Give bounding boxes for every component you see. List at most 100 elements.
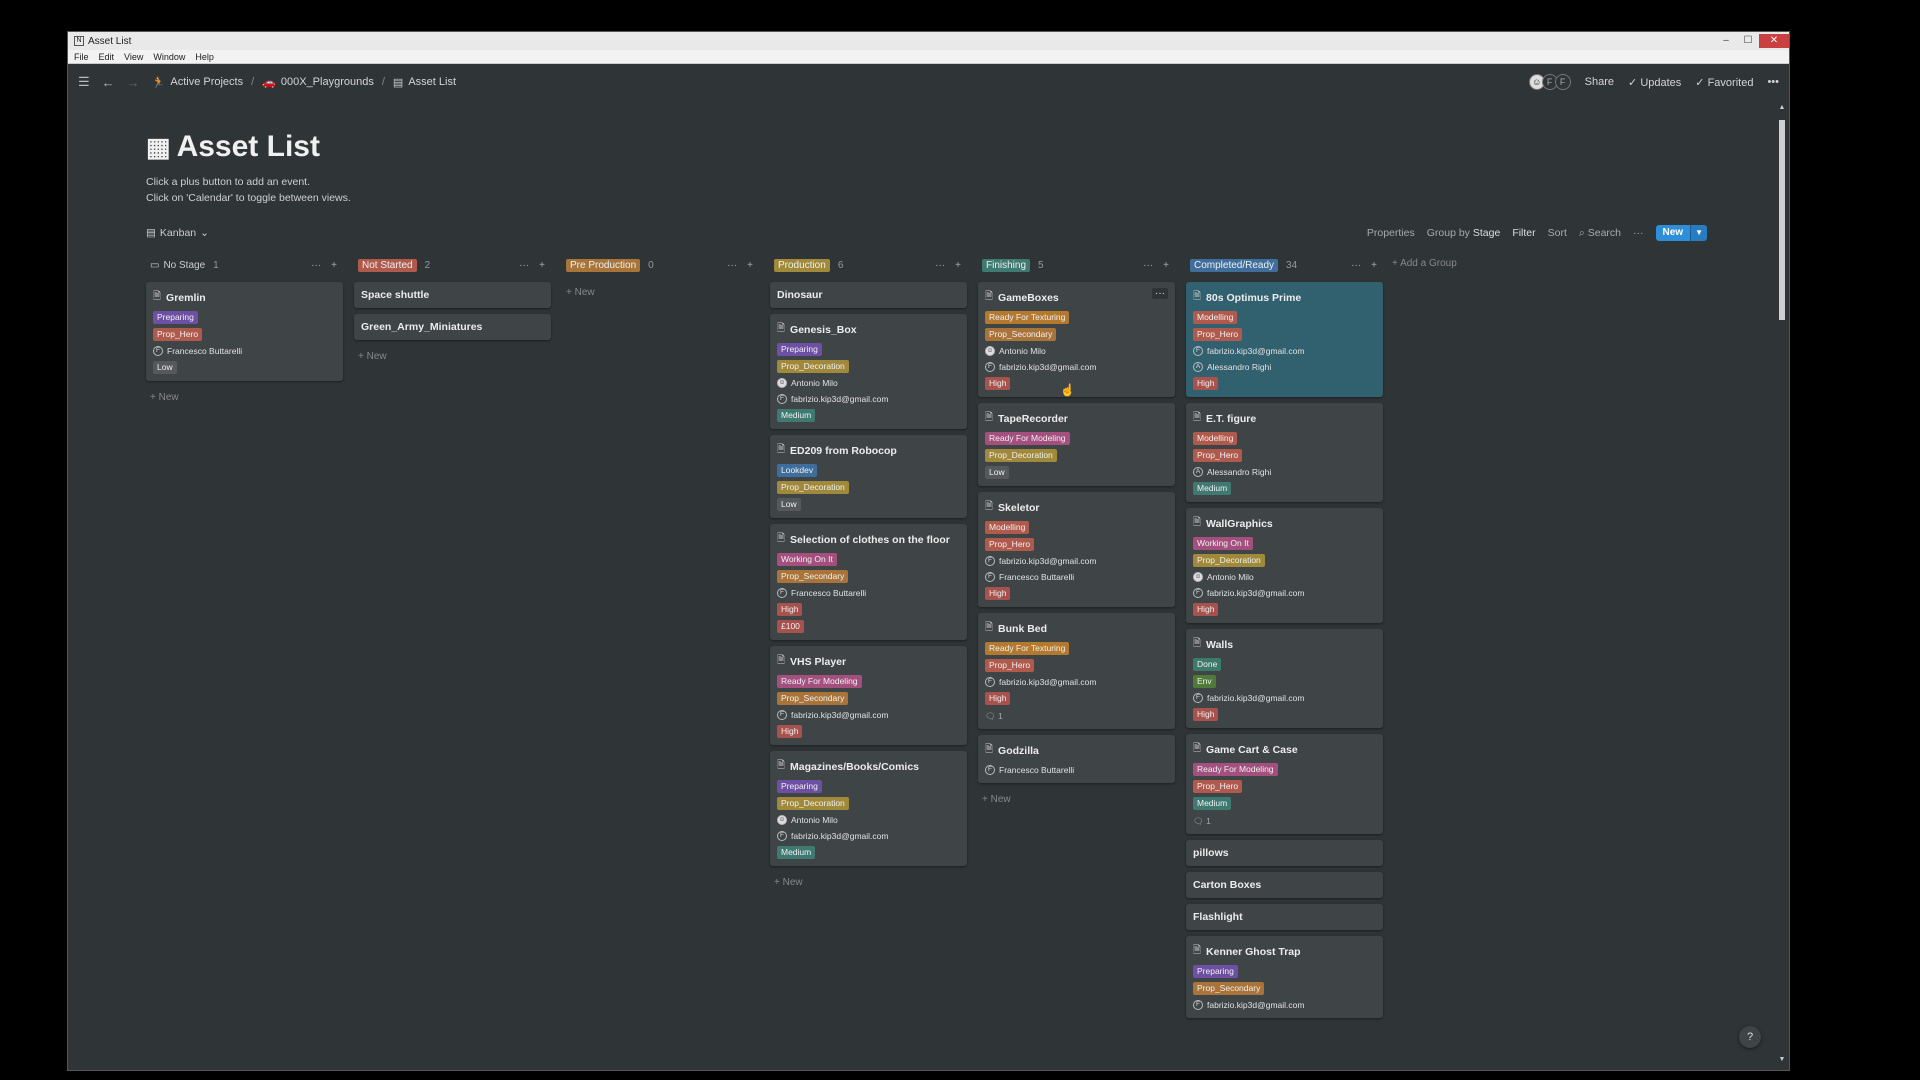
menu-window[interactable]: Window bbox=[153, 52, 185, 62]
page-title-text[interactable]: Asset List bbox=[177, 130, 320, 164]
filter-button[interactable]: Filter bbox=[1512, 227, 1535, 239]
sidebar-toggle-icon[interactable]: ☰ bbox=[78, 74, 90, 90]
scroll-up-icon[interactable]: ▲ bbox=[1777, 104, 1787, 114]
breadcrumb-active-projects[interactable]: 🏃 Active Projects bbox=[152, 76, 243, 89]
chevron-down-icon[interactable]: ▼ bbox=[1690, 225, 1707, 241]
more-options-button[interactable]: ••• bbox=[1767, 76, 1779, 88]
plus-icon: + bbox=[150, 392, 159, 403]
view-more-button[interactable]: ··· bbox=[1633, 227, 1644, 239]
person-field: F Francesco Buttarelli bbox=[777, 587, 866, 599]
card-title-text: Flashlight bbox=[1193, 911, 1243, 923]
kanban-card-80s-optimus-prime[interactable]: 🗎 80s Optimus Prime Modelling Prop_Hero Ffab… bbox=[1186, 282, 1383, 397]
card-title-text: Godzilla bbox=[998, 744, 1039, 757]
column-add-icon[interactable]: + bbox=[331, 260, 337, 271]
updates-button[interactable]: ✓ Updates bbox=[1628, 76, 1681, 89]
back-arrow-icon[interactable]: ← bbox=[102, 75, 115, 90]
kanban-card-flashlight[interactable]: Flashlight bbox=[1186, 904, 1383, 930]
scroll-down-icon[interactable]: ▼ bbox=[1777, 1056, 1787, 1066]
add-new-label: New bbox=[990, 794, 1011, 805]
column-add-icon[interactable]: + bbox=[955, 260, 961, 271]
menu-file[interactable]: File bbox=[74, 52, 89, 62]
column-more-icon[interactable]: ··· bbox=[311, 260, 321, 271]
kanban-card-green-army-miniatures[interactable]: Green_Army_Miniatures bbox=[354, 314, 551, 340]
column-more-icon[interactable]: ··· bbox=[935, 260, 945, 271]
avatar-initial-icon: F bbox=[153, 346, 163, 356]
column-more-icon[interactable]: ··· bbox=[1143, 260, 1153, 271]
card-properties: Ready For Texturing Prop_Hero Ffabrizio.ki… bbox=[985, 642, 1168, 722]
kanban-card-bunk-bed[interactable]: 🗎 Bunk Bed Ready For Texturing Prop_Hero Ffa… bbox=[978, 613, 1175, 729]
minimize-button[interactable]: – bbox=[1715, 34, 1737, 48]
document-icon: 🗎 bbox=[1193, 291, 1202, 302]
sort-button[interactable]: Sort bbox=[1548, 227, 1567, 239]
card-more-button[interactable]: ··· bbox=[1152, 288, 1168, 299]
vertical-scrollbar[interactable]: ▲ ▼ bbox=[1777, 104, 1787, 1066]
new-button[interactable]: New bbox=[1655, 225, 1691, 241]
card-title: 🗎 Game Cart & Case bbox=[1193, 741, 1376, 758]
forward-arrow-icon[interactable]: → bbox=[127, 75, 140, 90]
help-button[interactable]: ? bbox=[1739, 1026, 1761, 1048]
add-group-button[interactable]: + Add a Group bbox=[1392, 257, 1457, 1024]
kanban-card-gremlin[interactable]: 🗎 Gremlin Preparing Prop_Hero F Francesco But… bbox=[146, 282, 343, 381]
close-button[interactable]: ✕ bbox=[1759, 34, 1789, 48]
search-button[interactable]: ⌕ Search bbox=[1579, 227, 1621, 240]
menu-help[interactable]: Help bbox=[195, 52, 214, 62]
maximize-button[interactable]: ☐ bbox=[1737, 34, 1759, 48]
kanban-card-selection-of-clothes-on-the-floor[interactable]: 🗎 Selection of clothes on the floor Workin… bbox=[770, 524, 967, 640]
plus-icon: + bbox=[358, 351, 367, 362]
kanban-card-gameboxes[interactable]: 🗎 GameBoxes ··· Ready For Texturing Prop_Sec… bbox=[978, 282, 1175, 397]
scroll-thumb[interactable] bbox=[1779, 120, 1785, 320]
column-more-icon[interactable]: ··· bbox=[519, 260, 529, 271]
add-new-label: New bbox=[366, 351, 387, 362]
tag-ready-for-modeling: Ready For Modeling bbox=[777, 675, 862, 688]
kanban-card-genesis-box[interactable]: 🗎 Genesis_Box Preparing Prop_Decoration ☺ Ant… bbox=[770, 314, 967, 429]
share-button[interactable]: Share bbox=[1585, 76, 1614, 88]
add-new-card-button[interactable]: + New bbox=[770, 872, 967, 893]
kanban-card-vhs-player[interactable]: 🗎 VHS Player Ready For Modeling Prop_Second… bbox=[770, 646, 967, 745]
kanban-card-skeletor[interactable]: 🗎 Skeletor Modelling Prop_Hero Ffabrizio.kip… bbox=[978, 492, 1175, 607]
favorited-button[interactable]: ✓ Favorited bbox=[1695, 76, 1753, 89]
person-name: Antonio Milo bbox=[791, 815, 838, 825]
add-new-card-button[interactable]: + New bbox=[978, 789, 1175, 810]
kanban-card-taperecorder[interactable]: 🗎 TapeRecorder Ready For Modeling Prop_Deco… bbox=[978, 403, 1175, 486]
kanban-card-wallgraphics[interactable]: 🗎 WallGraphics Working On It Prop_Decoratio… bbox=[1186, 508, 1383, 623]
favorited-label: Favorited bbox=[1707, 76, 1754, 89]
column-add-icon[interactable]: + bbox=[539, 260, 545, 271]
kanban-card-pillows[interactable]: pillows bbox=[1186, 840, 1383, 866]
column-title[interactable]: Pre Production bbox=[566, 258, 641, 272]
kanban-card-carton-boxes[interactable]: Carton Boxes bbox=[1186, 872, 1383, 898]
properties-button[interactable]: Properties bbox=[1367, 227, 1415, 239]
column-title[interactable]: No Stage bbox=[163, 260, 205, 271]
add-new-card-button[interactable]: + New bbox=[562, 282, 759, 303]
column-title[interactable]: Completed/Ready bbox=[1190, 258, 1279, 272]
column-title[interactable]: Not Started bbox=[358, 258, 417, 272]
column-more-icon[interactable]: ··· bbox=[1351, 260, 1361, 271]
card-title-text: Skeletor bbox=[998, 501, 1040, 514]
column-count: 1 bbox=[213, 259, 219, 271]
breadcrumb-asset-list[interactable]: ▤ Asset List bbox=[393, 76, 456, 89]
kanban-card-e-t-figure[interactable]: 🗎 E.T. figure Modelling Prop_Hero A Alessandr… bbox=[1186, 403, 1383, 502]
column-add-icon[interactable]: + bbox=[1371, 260, 1377, 271]
kanban-card-game-cart-case[interactable]: 🗎 Game Cart & Case Ready For Modeling Prop_… bbox=[1186, 734, 1383, 834]
column-more-icon[interactable]: ··· bbox=[727, 260, 737, 271]
menu-view[interactable]: View bbox=[124, 52, 143, 62]
kanban-card-dinosaur[interactable]: Dinosaur bbox=[770, 282, 967, 308]
column-add-icon[interactable]: + bbox=[1163, 260, 1169, 271]
menu-edit[interactable]: Edit bbox=[99, 52, 115, 62]
kanban-card-walls[interactable]: 🗎 Walls Done Env Ffabrizio.kip3d@gmail.com Hi… bbox=[1186, 629, 1383, 728]
kanban-card-ed209-from-robocop[interactable]: 🗎 ED209 from Robocop Lookdev Prop_Decoratio… bbox=[770, 435, 967, 518]
group-by-button[interactable]: Group by Stage bbox=[1427, 227, 1501, 239]
kanban-card-kenner-ghost-trap[interactable]: 🗎 Kenner Ghost Trap Preparing Prop_Secondar… bbox=[1186, 936, 1383, 1018]
column-title[interactable]: Finishing bbox=[982, 258, 1031, 272]
kanban-card-godzilla[interactable]: 🗎 Godzilla F Francesco Buttarelli bbox=[978, 735, 1175, 783]
card-title: Dinosaur bbox=[777, 289, 960, 301]
breadcrumb-playgrounds[interactable]: 🚗 000X_Playgrounds bbox=[262, 76, 374, 89]
add-new-card-button[interactable]: + New bbox=[146, 387, 343, 408]
collaborator-avatars[interactable]: ☺ F F bbox=[1528, 74, 1571, 90]
kanban-card-space-shuttle[interactable]: Space shuttle bbox=[354, 282, 551, 308]
kanban-card-magazines-books-comics[interactable]: 🗎 Magazines/Books/Comics Preparing Prop_Dec… bbox=[770, 751, 967, 866]
view-switcher[interactable]: ▤ Kanban ⌄ bbox=[146, 227, 209, 239]
card-title: 🗎 Bunk Bed bbox=[985, 620, 1168, 637]
add-new-card-button[interactable]: + New bbox=[354, 346, 551, 367]
column-add-icon[interactable]: + bbox=[747, 260, 753, 271]
column-title[interactable]: Production bbox=[774, 258, 830, 272]
